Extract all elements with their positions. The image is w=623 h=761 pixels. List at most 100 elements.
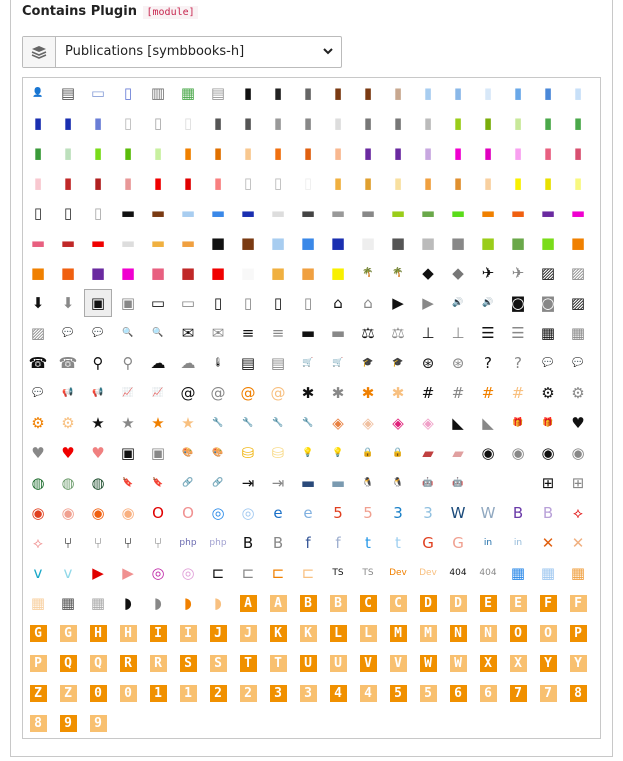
icon-option[interactable]: ■ [174, 259, 202, 287]
icon-option[interactable]: ▬ [324, 469, 352, 497]
icon-option[interactable]: T [264, 649, 292, 677]
icon-option[interactable]: TS [354, 559, 382, 587]
icon-option[interactable]: @ [234, 379, 262, 407]
icon-option[interactable]: ⛁ [264, 439, 292, 467]
icon-option[interactable]: 5 [414, 679, 442, 707]
icon-option[interactable]: ☁ [174, 349, 202, 377]
icon-option[interactable]: ⊏ [204, 559, 232, 587]
icon-option[interactable]: 9 [84, 709, 112, 737]
icon-option[interactable]: ◆ [444, 259, 472, 287]
icon-option[interactable]: ▦ [24, 589, 52, 617]
icon-option[interactable]: ▬ [474, 199, 502, 227]
icon-option[interactable]: ▮ [324, 109, 352, 137]
icon-option[interactable]: ◣ [444, 409, 472, 437]
icon-option[interactable]: 🔧 [294, 409, 322, 437]
icon-option[interactable]: ◎ [144, 559, 172, 587]
icon-option[interactable]: t [354, 529, 382, 557]
icon-option[interactable]: ▮ [384, 109, 412, 137]
icon-option[interactable]: ▨ [534, 259, 562, 287]
icon-option[interactable]: L [354, 619, 382, 647]
icon-option[interactable]: 5 [354, 499, 382, 527]
icon-option[interactable]: ▬ [24, 229, 52, 257]
icon-option[interactable]: ■ [324, 229, 352, 257]
icon-option[interactable]: ▮ [84, 139, 112, 167]
icon-option[interactable]: 🎓 [384, 349, 412, 377]
icon-option[interactable]: 4 [324, 679, 352, 707]
icon-option[interactable]: ◈ [354, 409, 382, 437]
icon-option[interactable]: ▬ [234, 199, 262, 227]
icon-option[interactable]: ▬ [294, 469, 322, 497]
icon-option[interactable]: ▣ [114, 289, 142, 317]
icon-option[interactable]: 6 [444, 679, 472, 707]
icon-option[interactable]: 📈 [114, 379, 142, 407]
icon-option[interactable]: 5 [324, 499, 352, 527]
icon-option[interactable]: ⬇ [24, 289, 52, 317]
icon-option[interactable]: ▯ [114, 109, 142, 137]
icon-option[interactable] [474, 469, 502, 497]
icon-option[interactable]: E [504, 589, 532, 617]
icon-option[interactable]: ▮ [24, 109, 52, 137]
icon-option[interactable]: ▯ [114, 79, 142, 107]
icon-option[interactable]: ▬ [354, 199, 382, 227]
icon-option[interactable]: ◗ [174, 589, 202, 617]
icon-option[interactable]: H [84, 619, 112, 647]
icon-option[interactable]: 1 [144, 679, 172, 707]
icon-option[interactable]: ▣ [114, 439, 142, 467]
icon-option[interactable]: ▬ [414, 199, 442, 227]
icon-option[interactable]: 🌴 [354, 259, 382, 287]
icon-option[interactable]: ◎ [204, 499, 232, 527]
icon-option[interactable]: 🔖 [114, 469, 142, 497]
icon-option[interactable]: # [504, 379, 532, 407]
icon-option[interactable]: Z [54, 679, 82, 707]
icon-option[interactable]: ? [474, 349, 502, 377]
icon-option[interactable]: Y [564, 649, 592, 677]
icon-option[interactable]: ✱ [384, 379, 412, 407]
icon-option[interactable]: ☰ [504, 319, 532, 347]
icon-option[interactable]: ▯ [144, 109, 172, 137]
icon-option[interactable]: ▮ [144, 139, 172, 167]
icon-option[interactable]: ▮ [84, 169, 112, 197]
icon-option[interactable]: ▬ [144, 199, 172, 227]
icon-option[interactable]: 💬 [564, 349, 592, 377]
icon-option[interactable]: ♥ [564, 409, 592, 437]
icon-option[interactable]: ▬ [324, 319, 352, 347]
icon-option[interactable]: J [204, 619, 232, 647]
icon-option[interactable]: ▶ [84, 559, 112, 587]
icon-option[interactable]: ▥ [144, 79, 172, 107]
icon-option[interactable]: ▨ [24, 319, 52, 347]
icon-option[interactable]: ▮ [264, 139, 292, 167]
icon-option[interactable]: ■ [204, 229, 232, 257]
icon-option[interactable]: 📢 [84, 379, 112, 407]
icon-option[interactable]: Dev [414, 559, 442, 587]
icon-option[interactable]: ▮ [324, 79, 352, 107]
icon-option[interactable]: ⛁ [234, 439, 262, 467]
icon-option[interactable]: N [444, 619, 472, 647]
icon-option[interactable]: ▮ [174, 169, 202, 197]
icon-option[interactable]: ▬ [114, 199, 142, 227]
icon-option[interactable]: 2 [204, 679, 232, 707]
icon-option[interactable]: M [384, 619, 412, 647]
icon-option[interactable]: W [474, 499, 502, 527]
icon-option[interactable]: ■ [414, 229, 442, 257]
icon-option[interactable]: ▮ [294, 109, 322, 137]
icon-option[interactable]: ▶ [384, 289, 412, 317]
icon-option[interactable]: ⬇ [54, 289, 82, 317]
icon-option[interactable]: ▮ [354, 139, 382, 167]
icon-option[interactable]: ◙ [504, 289, 532, 317]
icon-option[interactable]: ■ [324, 259, 352, 287]
icon-option[interactable]: 🔧 [234, 409, 262, 437]
icon-option[interactable]: P [564, 619, 592, 647]
icon-option[interactable]: ⊞ [564, 469, 592, 497]
icon-option[interactable]: 404 [474, 559, 502, 587]
icon-option[interactable]: ▮ [414, 109, 442, 137]
icon-option[interactable]: ▮ [474, 169, 502, 197]
icon-option[interactable]: 🌴 [384, 259, 412, 287]
icon-option[interactable]: 👤 [24, 79, 52, 107]
icon-option[interactable]: ▶ [114, 559, 142, 587]
icon-option[interactable]: 🤖 [444, 469, 472, 497]
icon-option[interactable] [504, 469, 532, 497]
icon-option[interactable]: ▬ [54, 229, 82, 257]
icon-option[interactable]: 🐧 [384, 469, 412, 497]
icon-option[interactable]: B [264, 529, 292, 557]
icon-option[interactable]: ▰ [444, 439, 472, 467]
